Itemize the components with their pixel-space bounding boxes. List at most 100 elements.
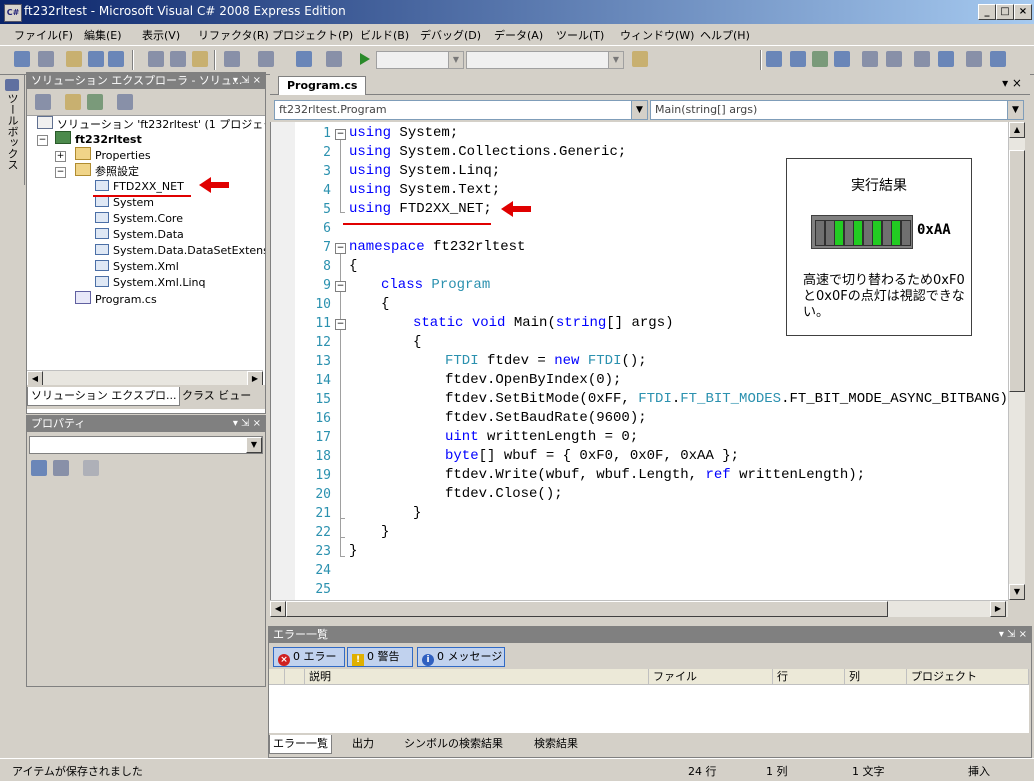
format-icon[interactable] [834,51,850,67]
navigate-icon[interactable] [296,51,312,67]
fold-collapse-icon[interactable]: − [335,281,346,292]
tab-output[interactable]: 出力 [349,735,377,753]
menu-window[interactable]: ウィンドウ(W) [620,27,694,43]
menu-edit[interactable]: 編集(E) [84,27,122,43]
undo-icon[interactable] [224,51,240,67]
panel-header-buttons[interactable]: ▾ ⇲ × [233,416,261,432]
fold-collapse-icon[interactable]: − [335,243,346,254]
scroll-thumb[interactable] [1009,150,1025,392]
tree-ref-system-core[interactable]: System.Core [95,211,183,227]
tab-class-view[interactable]: クラス ビュー [179,387,254,405]
properties-icon[interactable] [65,94,81,110]
add-item-icon[interactable] [38,51,54,67]
solution-config-combo[interactable]: ▼ [376,51,464,69]
categorized-icon[interactable] [31,460,47,476]
paste-icon[interactable] [192,51,208,67]
bookmark-icon[interactable] [966,51,982,67]
indent-icon[interactable] [862,51,878,67]
tab-program-cs[interactable]: Program.cs [278,76,367,95]
tree-project[interactable]: ft232rltest [55,131,142,147]
find-in-files-icon[interactable] [632,51,648,67]
column-header-line[interactable]: 行 [773,669,845,685]
tree-references[interactable]: 参照設定 [75,163,139,179]
toolbox-strip[interactable]: ツールボックス [0,75,25,185]
alphabetical-icon[interactable] [53,460,69,476]
editor-hscroll[interactable]: ◀ ▶ [270,600,1008,617]
solution-hscroll[interactable]: ◀ ▶ [27,370,263,387]
column-header-description[interactable]: 説明 [305,669,649,685]
close-button[interactable]: × [1014,4,1032,20]
navigate-forward-icon[interactable] [326,51,342,67]
column-header-column[interactable]: 列 [845,669,907,685]
scroll-thumb[interactable] [286,601,888,617]
tree-ref-system-xml-linq[interactable]: System.Xml.Linq [95,275,205,291]
tree-ref-system-xml[interactable]: System.Xml [95,259,179,275]
bookmark-next-icon[interactable] [990,51,1006,67]
outdent-icon[interactable] [886,51,902,67]
messages-filter-button[interactable]: i0 メッセージ [417,647,505,667]
column-header-file[interactable]: ファイル [649,669,773,685]
tab-solution-explorer[interactable]: ソリューション エクスプロ... [27,387,181,406]
view-code-icon[interactable] [117,94,133,110]
tab-find-results[interactable]: 検索結果 [531,735,581,753]
menu-refactor[interactable]: リファクタ(R) [198,27,269,43]
tree-program-cs[interactable]: Program.cs [75,291,157,307]
find-combo[interactable]: ▼ [466,51,624,69]
menu-data[interactable]: データ(A) [494,27,543,43]
redo-icon[interactable] [258,51,274,67]
menu-project[interactable]: プロジェクト(P) [272,27,353,43]
panel-header-buttons[interactable]: ▾ ⇲ × [999,627,1027,643]
property-pages-icon[interactable] [83,460,99,476]
tree-solution[interactable]: ソリューション 'ft232rltest' (1 プロジェクト) [37,116,265,132]
properties-grid[interactable] [29,482,261,682]
errors-filter-button[interactable]: × 0 エラー [273,647,345,667]
show-all-files-icon[interactable] [35,94,51,110]
save-icon[interactable] [88,51,104,67]
open-file-icon[interactable] [66,51,82,67]
column-header-project[interactable]: プロジェクト [907,669,1029,685]
copy-icon[interactable] [170,51,186,67]
solution-explorer-toolbar [27,89,265,116]
menu-build[interactable]: ビルド(B) [360,27,409,43]
editor-vscroll[interactable]: ▲ ▼ [1008,122,1025,600]
tree-ref-ftd2xx[interactable]: FTD2XX_NET [95,179,184,195]
refresh-icon[interactable] [87,94,103,110]
maximize-button[interactable]: □ [996,4,1014,20]
tree-properties[interactable]: Properties [75,147,151,163]
format-icon[interactable] [812,51,828,67]
fold-collapse-icon[interactable]: − [335,129,346,140]
tree-ref-system-data-dataset[interactable]: System.Data.DataSetExtensions [95,243,265,259]
scroll-left-icon[interactable]: ◀ [270,601,286,617]
menu-help[interactable]: ヘルプ(H) [700,27,750,43]
member-combo[interactable]: Main(string[] args) ▼ [650,100,1024,120]
format-icon[interactable] [790,51,806,67]
comment-icon[interactable] [914,51,930,67]
fold-collapse-icon[interactable]: − [335,319,346,330]
tab-symbol-results[interactable]: シンボルの検索結果 [401,735,506,753]
menu-tools[interactable]: ツール(T) [556,27,604,43]
properties-object-combo[interactable]: ▼ [29,436,263,454]
panel-header-buttons[interactable]: ▾ ⇲ × [233,73,261,89]
tab-error-list[interactable]: エラー一覧 [269,735,332,754]
cut-icon[interactable] [148,51,164,67]
scroll-up-icon[interactable]: ▲ [1009,122,1025,138]
menu-debug[interactable]: デバッグ(D) [420,27,481,43]
new-project-icon[interactable] [14,51,30,67]
format-icon[interactable] [766,51,782,67]
tree-ref-system[interactable]: System [95,195,154,211]
menu-file[interactable]: ファイル(F) [14,27,73,43]
collapse-icon[interactable]: − [55,167,66,178]
type-combo[interactable]: ft232rltest.Program ▼ [274,100,648,120]
tree-ref-system-data[interactable]: System.Data [95,227,184,243]
scroll-right-icon[interactable]: ▶ [990,601,1006,617]
scroll-down-icon[interactable]: ▼ [1009,584,1025,600]
expand-icon[interactable]: + [55,151,66,162]
save-all-icon[interactable] [108,51,124,67]
collapse-icon[interactable]: − [37,135,48,146]
uncomment-icon[interactable] [938,51,954,67]
minimize-button[interactable]: _ [978,4,996,20]
start-debug-icon[interactable] [360,53,370,65]
menu-view[interactable]: 表示(V) [142,27,180,43]
tab-controls[interactable]: ▾ × [1002,76,1022,90]
warnings-filter-button[interactable]: ! 0 警告 [347,647,413,667]
